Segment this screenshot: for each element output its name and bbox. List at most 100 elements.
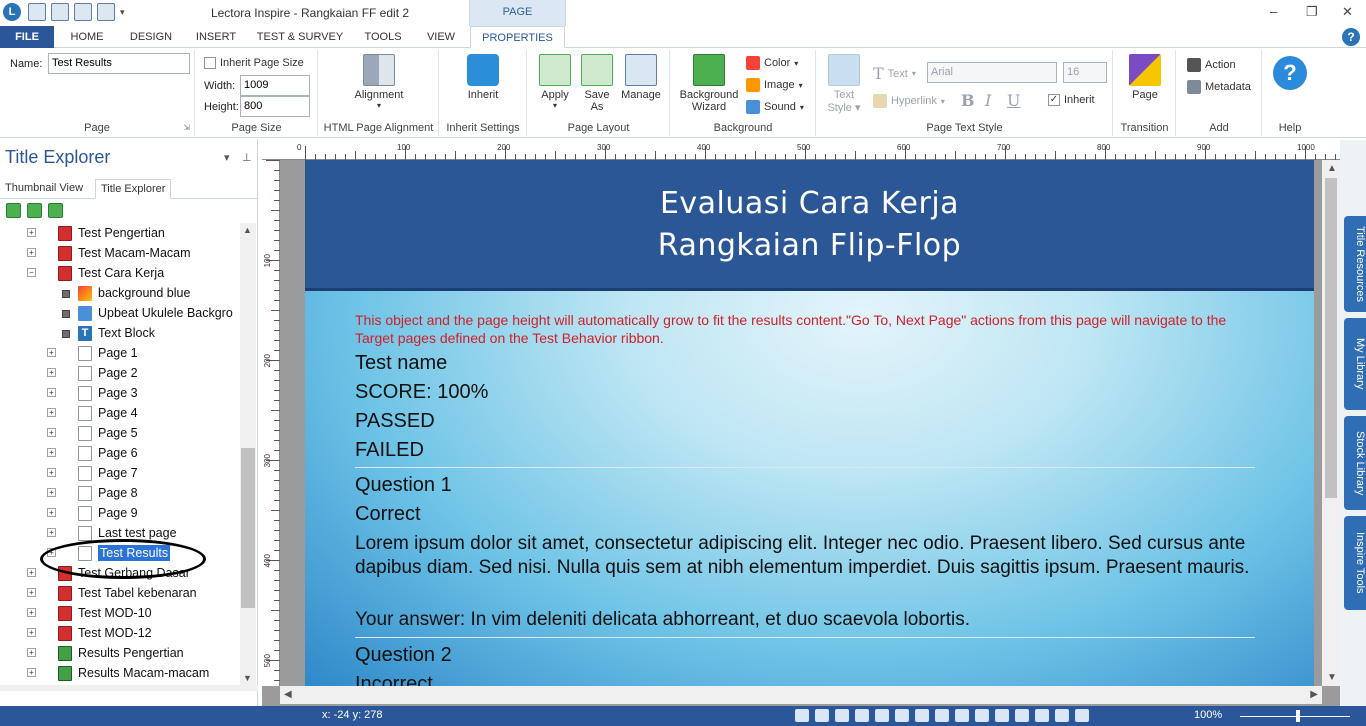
tree-item[interactable]: + Test Pengertian	[0, 223, 240, 243]
tab-properties[interactable]: PROPERTIES	[470, 26, 565, 48]
tree-item[interactable]: + Page 6	[0, 443, 240, 463]
tree-item[interactable]: + Test Macam-Macam	[0, 243, 240, 263]
tree-item[interactable]: + Test Tabel kebenaran	[0, 583, 240, 603]
alignment-button[interactable]: Alignment ▾	[347, 54, 411, 110]
publish-icon[interactable]	[815, 709, 829, 722]
bg-sound-button[interactable]: Sound ▾	[746, 100, 804, 114]
align-right-icon[interactable]	[915, 709, 929, 722]
scroll-right-icon[interactable]: ▶	[1310, 689, 1318, 700]
passed-text[interactable]: PASSED	[355, 410, 435, 433]
tree-scroll-thumb[interactable]	[241, 448, 255, 608]
text-inherit-checkbox[interactable]: ✓ Inherit	[1048, 94, 1095, 106]
side-tab-stock-library[interactable]: Stock Library	[1344, 416, 1366, 510]
question-1-text[interactable]: Lorem ipsum dolor sit amet, consectetur …	[355, 532, 1255, 580]
help-icon[interactable]: ?	[1342, 28, 1360, 46]
collapse-icon[interactable]: −	[27, 268, 36, 277]
panel-menu-icon[interactable]: ▾	[224, 151, 230, 164]
expand-icon[interactable]: +	[47, 508, 56, 517]
expand-icon[interactable]: +	[47, 448, 56, 457]
font-size-select[interactable]: 16	[1063, 62, 1107, 83]
side-tab-title-resources[interactable]: Title Resources	[1344, 216, 1366, 312]
minimize-icon[interactable]: –	[1270, 4, 1277, 19]
tab-home[interactable]: HOME	[62, 26, 112, 48]
expand-icon[interactable]: +	[47, 388, 56, 397]
bg-image-button[interactable]: Image ▾	[746, 78, 803, 92]
apply-layout-button[interactable]: Apply ▾	[534, 54, 576, 110]
zoom-slider[interactable]	[1240, 716, 1350, 717]
background-wizard-button[interactable]: Background Wizard	[675, 54, 743, 113]
expand-icon[interactable]: +	[27, 588, 36, 597]
scroll-down-icon[interactable]: ▼	[243, 673, 252, 683]
tree-item[interactable]: Upbeat Ukulele Backgro	[0, 303, 240, 323]
tree-item[interactable]: + Page 9	[0, 503, 240, 523]
align-top-icon[interactable]	[935, 709, 949, 722]
text-button[interactable]: T Text ▾	[873, 64, 916, 83]
help-question-icon[interactable]: ?	[1273, 56, 1307, 90]
tab-test-survey[interactable]: TEST & SURVEY	[252, 26, 348, 48]
question-1-status[interactable]: Correct	[355, 503, 421, 526]
expand-icon[interactable]: +	[27, 568, 36, 577]
close-icon[interactable]: ✕	[1342, 4, 1353, 20]
font-select[interactable]: Arial	[927, 62, 1057, 83]
expand-icon[interactable]: +	[47, 528, 56, 537]
tree-item[interactable]: + Page 3	[0, 383, 240, 403]
tree-item[interactable]: + Page 1	[0, 343, 240, 363]
tree-item[interactable]: + Results Macam-macam	[0, 663, 240, 683]
tab-thumbnail-view[interactable]: Thumbnail View	[0, 179, 88, 199]
width-input[interactable]: 1009	[240, 75, 310, 96]
redo-icon[interactable]	[74, 3, 92, 21]
add-section-icon[interactable]	[27, 203, 42, 218]
tree-item[interactable]: + Page 5	[0, 423, 240, 443]
tab-title-explorer[interactable]: Title Explorer	[95, 179, 172, 199]
error-check-icon[interactable]	[795, 709, 809, 722]
results-notice[interactable]: This object and the page height will aut…	[355, 311, 1255, 347]
bg-color-button[interactable]: Color ▾	[746, 56, 798, 70]
question-1-title[interactable]: Question 1	[355, 474, 452, 497]
inherit-button[interactable]: Inherit	[452, 54, 514, 101]
italic-button[interactable]: I	[985, 91, 991, 110]
pin-icon[interactable]: ⊥	[242, 151, 252, 164]
canvas-vscrollbar[interactable]: ▲ ▼	[1322, 160, 1340, 686]
scroll-up-icon[interactable]: ▲	[243, 225, 252, 235]
score-text[interactable]: SCORE: 100%	[355, 381, 488, 404]
align-left-icon[interactable]	[875, 709, 889, 722]
scroll-up-icon[interactable]: ▲	[1327, 163, 1337, 174]
qat-dropdown-icon[interactable]: ▾	[120, 3, 130, 21]
tab-view[interactable]: VIEW	[418, 26, 464, 48]
expand-icon[interactable]: +	[47, 408, 56, 417]
question-2-title[interactable]: Question 2	[355, 644, 452, 667]
expand-icon[interactable]: +	[27, 608, 36, 617]
dialog-launcher-icon[interactable]: ⇲	[183, 123, 190, 132]
tab-file[interactable]: FILE	[0, 26, 54, 48]
align-middle-icon[interactable]	[955, 709, 969, 722]
question-1-answer[interactable]: Your answer: In vim deleniti delicata ab…	[355, 608, 1255, 632]
add-action-button[interactable]: Action	[1187, 58, 1236, 72]
canvas-scroll-thumb[interactable]	[1325, 178, 1337, 498]
page-name-input[interactable]: Test Results	[48, 53, 190, 74]
text-style-button[interactable]: Text Style ▾	[821, 54, 867, 114]
scroll-down-icon[interactable]: ▼	[1327, 672, 1337, 683]
tree-item[interactable]: T Text Block	[0, 323, 240, 343]
tree-item[interactable]: + Page 7	[0, 463, 240, 483]
add-metadata-button[interactable]: Metadata	[1187, 80, 1251, 94]
add-page-icon[interactable]	[48, 203, 63, 218]
same-size-icon[interactable]	[1035, 709, 1049, 722]
failed-text[interactable]: FAILED	[355, 439, 424, 462]
canvas-hscrollbar[interactable]: ◀ ▶	[280, 686, 1322, 704]
underline-button[interactable]: U	[1007, 91, 1020, 110]
tab-design[interactable]: DESIGN	[124, 26, 178, 48]
tree-item[interactable]: + Page 2	[0, 363, 240, 383]
expand-icon[interactable]: +	[47, 348, 56, 357]
tab-tools[interactable]: TOOLS	[358, 26, 408, 48]
same-height-icon[interactable]	[1015, 709, 1029, 722]
expand-icon[interactable]: +	[27, 668, 36, 677]
save-icon[interactable]	[28, 3, 46, 21]
tab-insert[interactable]: INSERT	[190, 26, 242, 48]
expand-icon[interactable]: +	[47, 488, 56, 497]
save-as-layout-button[interactable]: Save As	[576, 54, 618, 113]
tree-item[interactable]: − Test Cara Kerja	[0, 263, 240, 283]
tree-item[interactable]: + Test MOD-10	[0, 603, 240, 623]
maximize-icon[interactable]: ❐	[1306, 4, 1318, 20]
undo-icon[interactable]	[51, 3, 69, 21]
side-tab-my-library[interactable]: My Library	[1344, 318, 1366, 410]
